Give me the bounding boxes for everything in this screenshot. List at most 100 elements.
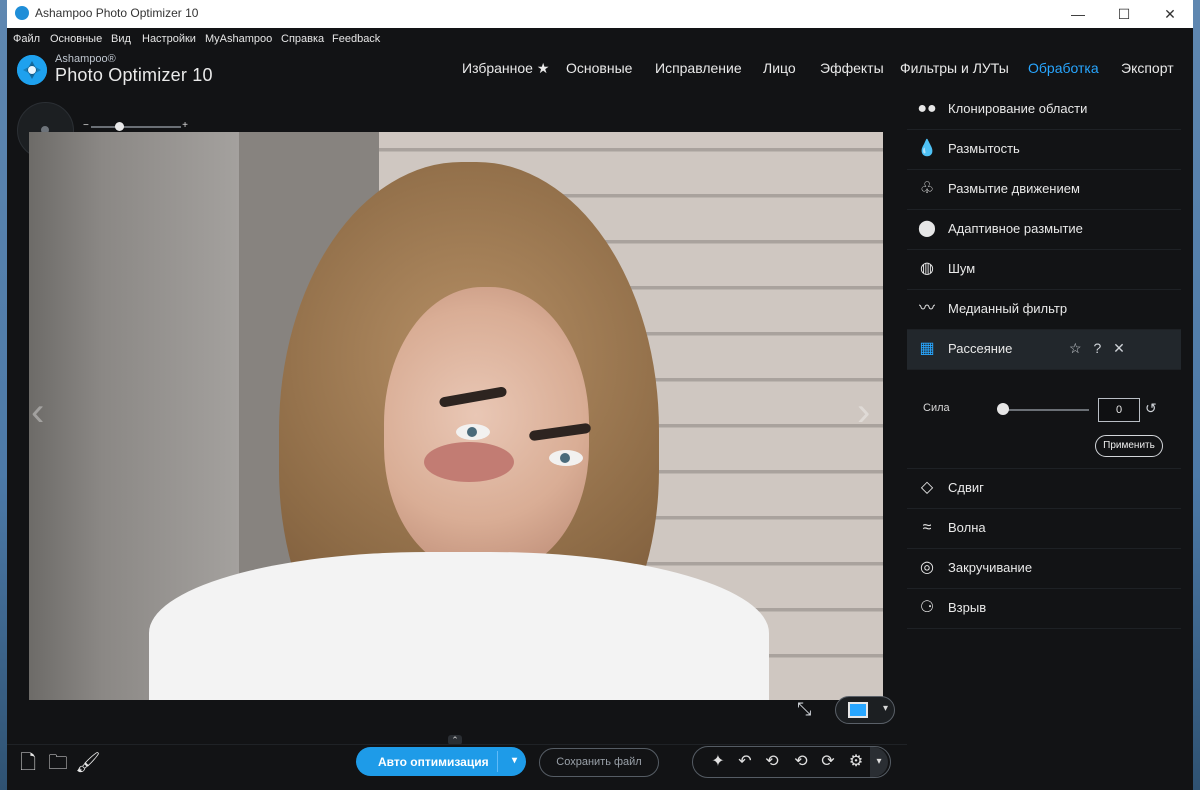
close-button[interactable]: ✕ [1147, 0, 1193, 28]
help-icon[interactable]: ? [1093, 340, 1105, 356]
close-icon[interactable]: ✕ [1113, 340, 1129, 356]
magic-wand-icon[interactable]: ✦ [707, 751, 729, 773]
auto-optimize-button[interactable]: Авто оптимизация ▾ [356, 747, 526, 776]
add-file-icon[interactable]: 🗋 [15, 750, 41, 776]
tab-correction[interactable]: Исправление [655, 60, 742, 76]
menu-view[interactable]: Вид [111, 33, 131, 45]
effect-label: Закручивание [948, 560, 1033, 575]
rotate-left-icon[interactable]: ⟲ [790, 751, 812, 773]
maximize-button[interactable]: ☐ [1101, 0, 1147, 28]
effect-diffuse-actions: ☆ ? ✕ [1069, 340, 1129, 357]
photo-shirt [149, 552, 769, 700]
tab-filters-luts[interactable]: Фильтры и ЛУТы [900, 60, 1009, 76]
effect-blur[interactable]: 💧 Размытость [907, 130, 1181, 170]
menu-file[interactable]: Файл [13, 33, 40, 45]
next-image-icon[interactable]: › [857, 392, 877, 432]
strength-value-field[interactable]: 0 [1098, 398, 1140, 422]
auto-optimize-label: Авто оптимизация [378, 755, 489, 769]
photo-right-eye [549, 450, 583, 466]
app-icon [15, 6, 29, 20]
apply-button[interactable]: Применить [1095, 435, 1163, 457]
effect-label: Медианный фильтр [948, 301, 1068, 316]
tab-face[interactable]: Лицо [763, 60, 796, 76]
brand-top: Ashampoo® [55, 53, 116, 65]
chevron-down-icon: ▾ [882, 703, 888, 714]
tab-processing[interactable]: Обработка [1028, 60, 1099, 76]
effect-label: Клонирование области [948, 101, 1088, 116]
effect-wave[interactable]: ≈ Волна [907, 509, 1181, 549]
rotate-right-icon[interactable]: ⟳ [817, 751, 839, 773]
view-mode-button[interactable]: ▾ [835, 696, 895, 724]
tab-favorites[interactable]: Избранное ★ [462, 60, 549, 77]
strength-slider-track[interactable] [1003, 409, 1089, 411]
chevron-down-icon[interactable]: ▾ [870, 747, 888, 777]
favorite-star-icon[interactable]: ☆ [1069, 340, 1086, 356]
effects-panel: ●● Клонирование области 💧 Размытость ♧ Р… [907, 90, 1193, 790]
effect-adaptive-blur[interactable]: ⬤ Адаптивное размытие [907, 210, 1181, 250]
effect-label: Взрыв [948, 600, 987, 615]
median-icon: 〰 [918, 300, 935, 317]
photo-preview[interactable] [29, 132, 883, 700]
reset-icon[interactable]: ↺ [1145, 399, 1163, 417]
menu-help[interactable]: Справка [281, 33, 324, 45]
photo-left-eye [456, 424, 490, 440]
effect-clone-area[interactable]: ●● Клонирование области [907, 90, 1181, 130]
menu-myashampoo[interactable]: MyAshampoo [205, 33, 272, 45]
effects-list: ●● Клонирование области 💧 Размытость ♧ Р… [907, 90, 1181, 629]
diffuse-settings: Сила 0 ↺ Применить [907, 370, 1181, 469]
menu-basic[interactable]: Основные [50, 33, 102, 45]
tab-export[interactable]: Экспорт [1121, 60, 1174, 76]
effect-motion-blur[interactable]: ♧ Размытие движением [907, 170, 1181, 210]
save-file-button[interactable]: Сохранить файл [539, 748, 659, 777]
zoom-out-icon[interactable]: − [83, 120, 89, 131]
aperture-logo-icon [17, 55, 47, 85]
photo-right-pupil [560, 453, 570, 463]
photo-lips [424, 442, 514, 482]
effect-label: Рассеяние [948, 341, 1013, 356]
undo-all-icon[interactable]: ⟲ [761, 751, 783, 773]
add-folder-icon[interactable]: 🗀 [45, 750, 71, 776]
effect-label: Адаптивное размытие [948, 221, 1083, 236]
zoom-knob[interactable] [115, 122, 124, 131]
minimize-button[interactable]: — [1055, 0, 1101, 28]
effect-swirl[interactable]: ◎ Закручивание [907, 549, 1181, 589]
swirl-icon: ◎ [920, 559, 934, 576]
diffuse-icon: ▦ [919, 340, 935, 357]
effect-noise[interactable]: ◍ Шум [907, 250, 1181, 290]
strength-slider-knob[interactable] [997, 403, 1009, 415]
effect-diffuse[interactable]: ▦ Рассеяние ☆ ? ✕ [907, 330, 1181, 370]
desktop-background-left [0, 0, 7, 790]
effect-shift[interactable]: ◇ Сдвиг [907, 469, 1181, 509]
noise-icon: ◍ [920, 260, 934, 277]
brand-name: Photo Optimizer 10 [55, 65, 213, 85]
clone-icon: ●● [917, 100, 937, 117]
strength-label: Сила [923, 402, 950, 414]
photo-left-pupil [467, 427, 477, 437]
explode-icon: ⚆ [919, 599, 935, 616]
menu-settings[interactable]: Настройки [142, 33, 196, 45]
menu-feedback[interactable]: Feedback [332, 33, 380, 45]
effect-explode[interactable]: ⚆ Взрыв [907, 589, 1181, 629]
previous-image-icon[interactable]: ‹ [31, 392, 51, 432]
effect-label: Шум [948, 261, 976, 276]
zoom-track[interactable] [91, 126, 181, 128]
app-window: Ashampoo Photo Optimizer 10 — ☐ ✕ Файл О… [7, 0, 1193, 790]
drop-icon: 💧 [917, 140, 937, 157]
effect-label: Волна [948, 520, 986, 535]
brush-icon[interactable]: 🖌 [75, 750, 101, 776]
motion-blur-icon: ♧ [919, 180, 935, 197]
shift-icon: ◇ [920, 479, 934, 496]
tab-effects[interactable]: Эффекты [820, 60, 884, 76]
wave-icon: ≈ [922, 519, 932, 536]
window-title: Ashampoo Photo Optimizer 10 [35, 6, 199, 20]
fit-to-window-icon[interactable]: ⤡ [797, 698, 819, 720]
effect-median-filter[interactable]: 〰 Медианный фильтр [907, 290, 1181, 330]
single-view-icon [848, 702, 868, 718]
title-bar: Ashampoo Photo Optimizer 10 — ☐ ✕ [7, 0, 1193, 28]
zoom-in-icon[interactable]: + [182, 120, 188, 131]
chevron-down-icon[interactable]: ▾ [512, 755, 517, 766]
history-rotate-toolgroup: ✦ ↶ ⟲ ⟲ ⟳ ⚙ ▾ [692, 746, 891, 778]
tab-basic[interactable]: Основные [566, 60, 632, 76]
undo-icon[interactable]: ↶ [734, 751, 756, 773]
settings-gear-icon[interactable]: ⚙ [845, 751, 867, 773]
